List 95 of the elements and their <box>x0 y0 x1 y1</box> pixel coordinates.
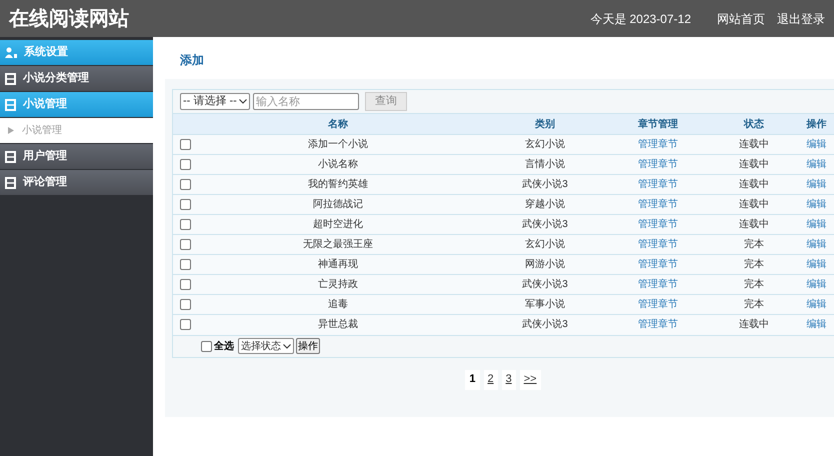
table-cell: 连载中 <box>739 199 769 210</box>
select-all-label: 全选 <box>214 340 234 354</box>
name-field[interactable]: 输入名称 <box>252 93 359 110</box>
table-cell: 武侠小说3 <box>522 219 568 230</box>
column-header: 类别 <box>535 118 555 130</box>
table-cell: 连载中 <box>739 159 769 170</box>
edit-link[interactable]: 编辑 <box>806 219 826 230</box>
checkbox[interactable] <box>180 199 191 210</box>
checkbox[interactable] <box>180 259 191 270</box>
table-cell: 小说名称 <box>318 159 358 170</box>
status-select[interactable]: 选择状态 <box>238 338 294 354</box>
checkbox[interactable] <box>180 159 191 170</box>
table-cell: 言情小说 <box>525 159 565 170</box>
checkbox[interactable] <box>180 219 191 230</box>
table-cell: 武侠小说3 <box>522 279 568 290</box>
search-button[interactable]: 查询 <box>364 92 407 111</box>
table-cell: 神通再现 <box>318 259 358 270</box>
table-cell: 我的誓约英雄 <box>308 179 368 190</box>
edit-link[interactable]: 编辑 <box>806 279 826 290</box>
table-cell: 武侠小说3 <box>522 319 568 330</box>
user-icon <box>5 47 17 58</box>
sidebar-item[interactable]: 评论管理 <box>0 170 153 195</box>
checkbox[interactable] <box>180 179 191 190</box>
manage-chapters-link[interactable]: 管理章节 <box>638 159 678 170</box>
panel-icon <box>5 150 16 162</box>
table-cell: 添加一个小说 <box>308 139 368 150</box>
caret-icon <box>238 99 247 104</box>
table-cell: 网游小说 <box>525 259 565 270</box>
panel-icon <box>5 72 16 84</box>
sidebar-subitem[interactable]: 小说管理 <box>0 118 153 143</box>
page-link[interactable]: 1 <box>465 370 480 390</box>
header-link[interactable]: 退出登录 <box>777 10 825 28</box>
sidebar-item[interactable]: 用户管理 <box>0 144 153 169</box>
table-cell: 完本 <box>744 279 764 290</box>
sidebar-item[interactable]: 小说管理 <box>0 92 153 117</box>
edit-link[interactable]: 编辑 <box>806 239 826 250</box>
edit-link[interactable]: 编辑 <box>806 179 826 190</box>
manage-chapters-link[interactable]: 管理章节 <box>638 319 678 330</box>
edit-link[interactable]: 编辑 <box>806 299 826 310</box>
manage-chapters-link[interactable]: 管理章节 <box>638 179 678 190</box>
edit-link[interactable]: 编辑 <box>806 319 826 330</box>
date-text: 今天是 2023-07-12 <box>590 10 691 28</box>
table-cell: 完本 <box>744 299 764 310</box>
manage-chapters-link[interactable]: 管理章节 <box>638 239 678 250</box>
checkbox[interactable] <box>201 340 212 352</box>
checkbox[interactable] <box>180 139 191 150</box>
checkbox[interactable] <box>180 299 191 310</box>
column-header: 状态 <box>744 118 764 130</box>
manage-chapters-link[interactable]: 管理章节 <box>638 139 678 150</box>
table-cell: 异世总裁 <box>318 319 358 330</box>
action-button[interactable]: 操作 <box>296 338 320 354</box>
table-cell: 连载中 <box>739 219 769 230</box>
triangle-icon <box>8 127 14 134</box>
manage-chapters-link[interactable]: 管理章节 <box>638 259 678 270</box>
checkbox[interactable] <box>180 279 191 290</box>
page-link[interactable]: 2 <box>484 370 498 390</box>
edit-link[interactable]: 编辑 <box>806 199 826 210</box>
header-link[interactable]: 网站首页 <box>717 10 765 28</box>
table-cell: 玄幻小说 <box>525 139 565 150</box>
manage-chapters-link[interactable]: 管理章节 <box>638 219 678 230</box>
caret-icon <box>283 344 291 348</box>
table-cell: 完本 <box>744 259 764 270</box>
column-header: 名称 <box>328 118 348 130</box>
category-select[interactable]: -- 请选择 -- <box>180 93 250 110</box>
table-cell: 超时空进化 <box>313 219 363 230</box>
column-header: 操作 <box>806 118 826 130</box>
site-title: 在线阅读网站 <box>9 6 129 32</box>
panel-icon <box>5 98 16 110</box>
table-cell: 武侠小说3 <box>522 179 568 190</box>
table-cell: 完本 <box>744 239 764 250</box>
table-cell: 连载中 <box>739 319 769 330</box>
table-cell: 追毒 <box>328 299 348 310</box>
sidebar-item[interactable]: 小说分类管理 <box>0 66 153 91</box>
edit-link[interactable]: 编辑 <box>806 259 826 270</box>
manage-chapters-link[interactable]: 管理章节 <box>638 199 678 210</box>
table-cell: 军事小说 <box>525 299 565 310</box>
table-cell: 亡灵持政 <box>318 279 358 290</box>
checkbox[interactable] <box>180 239 191 250</box>
add-link[interactable]: 添加 <box>180 51 834 67</box>
page-link[interactable]: 3 <box>502 370 516 390</box>
table-cell: 连载中 <box>739 179 769 190</box>
checkbox[interactable] <box>180 319 191 330</box>
table-cell: 无限之最强王座 <box>303 239 373 250</box>
edit-link[interactable]: 编辑 <box>806 139 826 150</box>
table-cell: 玄幻小说 <box>525 239 565 250</box>
manage-chapters-link[interactable]: 管理章节 <box>638 279 678 290</box>
manage-chapters-link[interactable]: 管理章节 <box>638 299 678 310</box>
edit-link[interactable]: 编辑 <box>806 159 826 170</box>
panel-icon <box>5 176 16 188</box>
column-header: 章节管理 <box>638 118 678 130</box>
table-cell: 阿拉德战记 <box>313 199 363 210</box>
page-link[interactable]: >> <box>520 370 541 390</box>
table-cell: 穿越小说 <box>525 199 565 210</box>
sidebar-item[interactable]: 系统设置 <box>0 40 153 65</box>
table-cell: 连载中 <box>739 139 769 150</box>
